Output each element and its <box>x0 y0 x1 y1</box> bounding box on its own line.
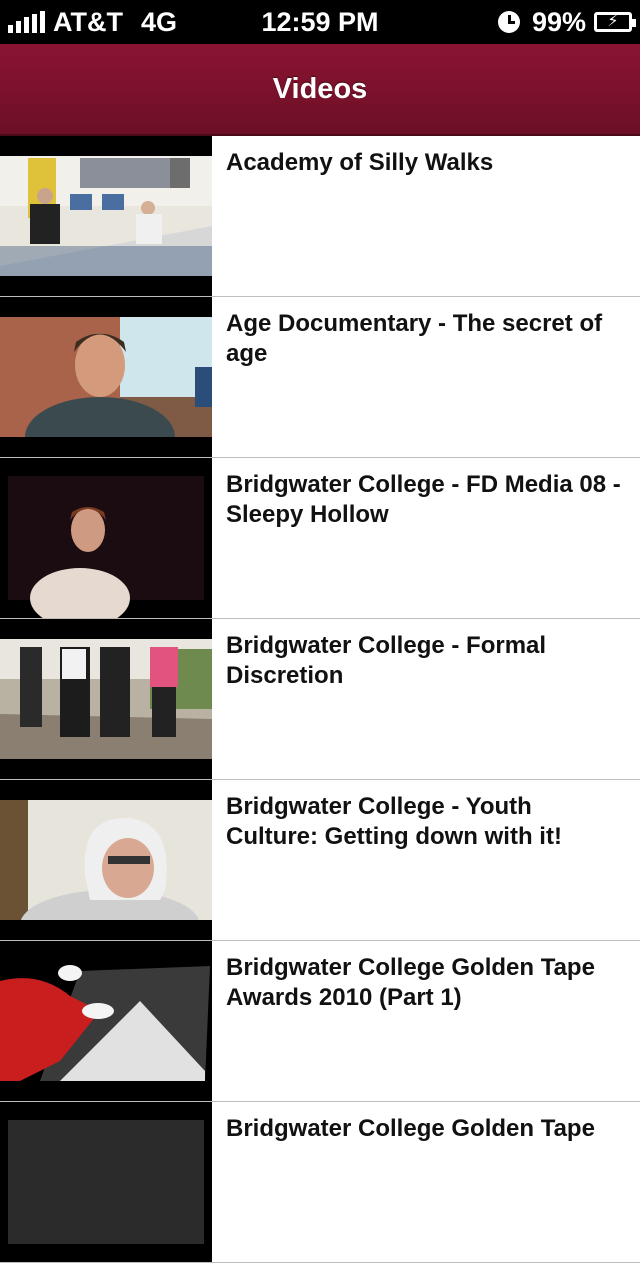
video-title: Bridgwater College - FD Media 08 - Sleep… <box>226 471 621 528</box>
status-left: AT&T 4G <box>8 0 177 44</box>
video-thumbnail <box>0 780 212 940</box>
video-thumbnail <box>0 136 212 296</box>
video-thumbnail <box>0 619 212 779</box>
carrier-name: AT&T <box>53 6 123 37</box>
alarm-clock-icon <box>497 11 520 33</box>
video-thumbnail <box>0 941 212 1101</box>
video-title: Academy of Silly Walks <box>226 149 494 176</box>
video-list[interactable]: Academy of Silly Walks Age Documentary -… <box>0 136 640 1263</box>
video-row[interactable]: Bridgwater College Golden Tape <box>0 1102 640 1263</box>
video-thumbnail <box>0 1102 212 1262</box>
video-row[interactable]: Bridgwater College - Youth Culture: Gett… <box>0 780 640 941</box>
battery-charging-icon: ⚡ <box>594 12 636 32</box>
signal-strength-icon <box>8 11 45 33</box>
video-row[interactable]: Academy of Silly Walks <box>0 136 640 297</box>
video-thumbnail <box>0 458 212 618</box>
video-title: Age Documentary - The secret of age <box>226 310 603 367</box>
video-title: Bridgwater College - Formal Discretion <box>226 632 547 689</box>
page-title: Videos <box>272 72 368 105</box>
video-row[interactable]: Bridgwater College Golden Tape Awards 20… <box>0 941 640 1102</box>
video-row[interactable]: Bridgwater College - Formal Discretion <box>0 619 640 780</box>
video-thumbnail <box>0 297 212 457</box>
status-bar: AT&T 4G 12:59 PM 99% ⚡ <box>0 0 640 44</box>
video-row[interactable]: Bridgwater College - FD Media 08 - Sleep… <box>0 458 640 619</box>
status-right: 99% ⚡ <box>497 0 636 44</box>
video-row[interactable]: Age Documentary - The secret of age <box>0 297 640 458</box>
video-title: Bridgwater College Golden Tape Awards 20… <box>226 954 595 1011</box>
video-title: Bridgwater College - Youth Culture: Gett… <box>226 793 562 850</box>
navigation-bar: Videos <box>0 44 640 136</box>
network-type: 4G <box>140 6 178 37</box>
battery-percent: 99% <box>531 6 586 37</box>
video-title: Bridgwater College Golden Tape <box>226 1115 595 1142</box>
